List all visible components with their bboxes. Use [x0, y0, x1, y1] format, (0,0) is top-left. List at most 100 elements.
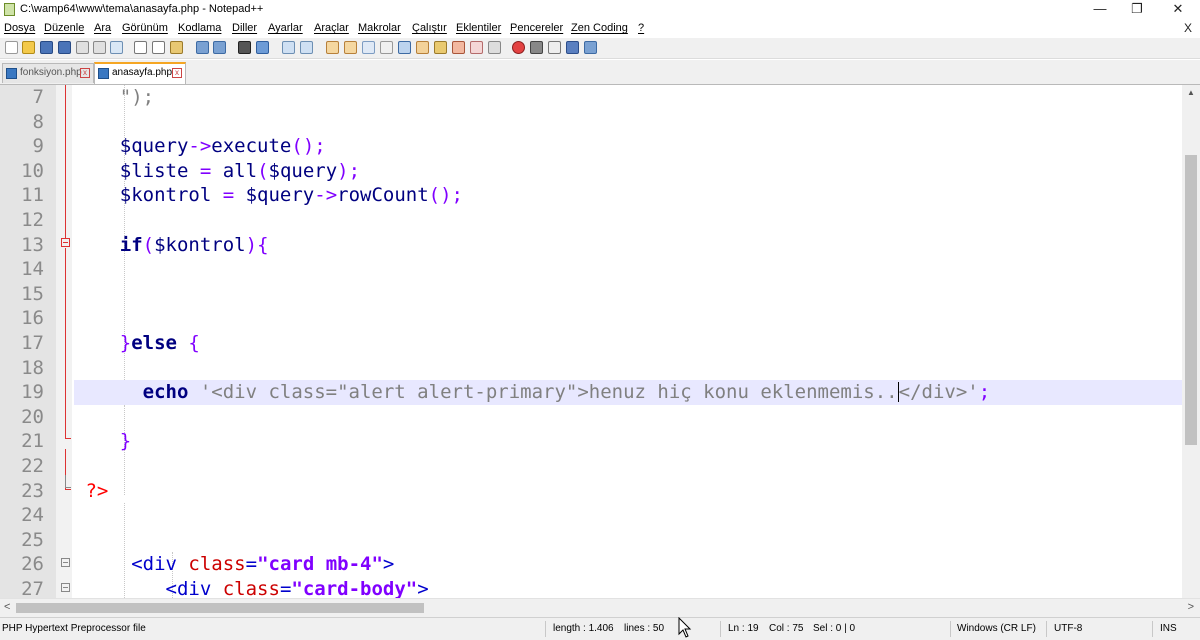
menu-eklentiler[interactable]: Eklentiler — [456, 22, 501, 34]
vertical-scrollbar[interactable]: ▲ — [1182, 85, 1200, 598]
menu-bar: Dosya Düzenle Ara Görünüm Kodlama Diller… — [0, 20, 1200, 38]
code-line-19: echo '<div class="alert alert-primary">h… — [142, 381, 991, 404]
status-lines: lines : 50 — [624, 623, 665, 634]
copy-icon[interactable] — [152, 41, 165, 54]
close-tab-icon[interactable]: x — [80, 68, 90, 78]
function-list-icon[interactable] — [452, 41, 465, 54]
code-line-9: $query->execute(); — [119, 135, 326, 158]
find-icon[interactable] — [238, 41, 251, 54]
php-file-icon — [98, 68, 109, 79]
status-encoding[interactable]: UTF-8 — [1054, 623, 1082, 634]
line-number: 10 — [21, 159, 44, 182]
zoom-in-icon[interactable] — [282, 41, 295, 54]
line-number: 18 — [21, 356, 44, 379]
line-number: 17 — [21, 332, 44, 354]
status-selection: Sel : 0 | 0 — [813, 623, 856, 634]
line-number: 14 — [21, 258, 44, 281]
status-column: Col : 75 — [769, 623, 804, 634]
menu-ayarlar[interactable]: Ayarlar — [268, 22, 303, 34]
line-number: 27 — [21, 578, 44, 598]
record-macro-icon[interactable] — [512, 41, 525, 54]
menu-diller[interactable]: Diller — [232, 22, 257, 34]
menu-kodlama[interactable]: Kodlama — [178, 22, 221, 34]
status-filetype: PHP Hypertext Preprocessor file — [2, 623, 146, 634]
close-all-icon[interactable] — [93, 41, 106, 54]
code-line-11: $kontrol = $query->rowCount(); — [119, 184, 463, 207]
close-button[interactable]: ✕ — [1158, 0, 1198, 20]
show-all-characters-icon[interactable] — [380, 41, 393, 54]
playback-icon[interactable] — [548, 41, 561, 54]
line-number: 9 — [32, 135, 44, 158]
line-number: 16 — [21, 307, 44, 330]
status-divider — [950, 621, 951, 637]
folder-workspace-icon[interactable] — [470, 41, 483, 54]
code-line-21: } — [119, 430, 132, 453]
code-line-27: <div class="card-body"> — [165, 578, 429, 598]
tab-anasayfa-php[interactable]: anasayfa.php x — [94, 62, 186, 84]
menu-help[interactable]: ? — [638, 22, 644, 34]
maximize-button[interactable]: ❐ — [1117, 0, 1157, 20]
line-number: 12 — [21, 209, 44, 231]
status-length: length : 1.406 — [553, 623, 614, 634]
line-number: 19 — [21, 381, 44, 404]
open-file-icon[interactable] — [22, 41, 35, 54]
replace-icon[interactable] — [256, 41, 269, 54]
line-number: 13 — [21, 233, 44, 256]
status-insert-mode[interactable]: INS — [1160, 623, 1177, 634]
toolbar — [0, 38, 1200, 59]
redo-icon[interactable] — [213, 41, 226, 54]
close-tab-icon[interactable]: x — [172, 68, 182, 78]
menu-gorunum[interactable]: Görünüm — [122, 22, 168, 34]
menu-pencereler[interactable]: Pencereler — [510, 22, 563, 34]
cut-icon[interactable] — [134, 41, 147, 54]
save-icon[interactable] — [40, 41, 53, 54]
menu-zen-coding[interactable]: Zen Coding — [571, 22, 628, 34]
menu-calistir[interactable]: Çalıştır — [412, 22, 447, 34]
notepadpp-app-icon — [4, 3, 15, 16]
tab-fonksiyon-php[interactable]: fonksiyon.php x — [2, 63, 94, 83]
language-icon[interactable] — [416, 41, 429, 54]
tab-label: fonksiyon.php — [20, 67, 82, 78]
code-editor[interactable]: 7 8 9 10 11 12 13 14 15 16 17 18 19 20 2… — [0, 85, 1182, 598]
line-number: 15 — [21, 282, 44, 305]
status-eol[interactable]: Windows (CR LF) — [957, 623, 1036, 634]
save-all-icon[interactable] — [58, 41, 71, 54]
minimize-button[interactable]: — — [1080, 0, 1120, 20]
undo-icon[interactable] — [196, 41, 209, 54]
print-icon[interactable] — [110, 41, 123, 54]
word-wrap-icon[interactable] — [362, 41, 375, 54]
line-number: 8 — [32, 110, 44, 133]
monitoring-icon[interactable] — [488, 41, 501, 54]
indent-guide-icon[interactable] — [398, 41, 411, 54]
close-file-icon[interactable] — [76, 41, 89, 54]
close-document-icon[interactable]: X — [1184, 21, 1192, 35]
title-bar: C:\wamp64\www\tema\anasayfa.php - Notepa… — [0, 0, 1200, 20]
scroll-right-icon[interactable]: > — [1188, 601, 1194, 613]
scroll-left-icon[interactable]: < — [4, 601, 10, 613]
run-macro-multiple-icon[interactable] — [566, 41, 579, 54]
status-divider — [1152, 621, 1153, 637]
mouse-pointer-icon — [678, 617, 692, 638]
doc-map-icon[interactable] — [434, 41, 447, 54]
save-macro-icon[interactable] — [584, 41, 597, 54]
sync-horizontal-icon[interactable] — [344, 41, 357, 54]
menu-dosya[interactable]: Dosya — [4, 22, 35, 34]
new-file-icon[interactable] — [5, 41, 18, 54]
line-number: 26 — [21, 553, 44, 576]
vertical-scroll-thumb[interactable] — [1185, 155, 1197, 445]
horizontal-scroll-thumb[interactable] — [16, 603, 424, 613]
sync-vertical-icon[interactable] — [326, 41, 339, 54]
line-number: 21 — [21, 430, 44, 453]
paste-icon[interactable] — [170, 41, 183, 54]
tab-label: anasayfa.php — [112, 67, 173, 78]
menu-duzenle[interactable]: Düzenle — [44, 22, 84, 34]
menu-makrolar[interactable]: Makrolar — [358, 22, 401, 34]
stop-recording-icon[interactable] — [530, 41, 543, 54]
code-line-23: ?> — [85, 479, 109, 502]
horizontal-scrollbar[interactable]: < > — [0, 598, 1200, 617]
zoom-out-icon[interactable] — [300, 41, 313, 54]
menu-ara[interactable]: Ara — [94, 22, 111, 34]
code-line-7: "); — [119, 86, 155, 108]
menu-araclar[interactable]: Araçlar — [314, 22, 349, 34]
scroll-up-icon[interactable]: ▲ — [1182, 85, 1200, 101]
